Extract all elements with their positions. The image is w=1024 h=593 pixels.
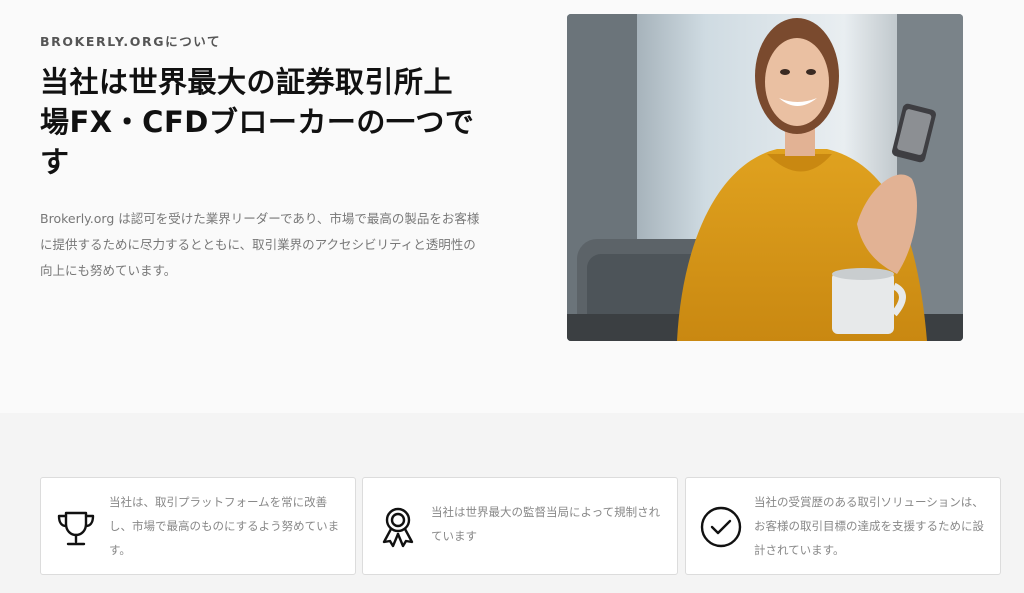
- feature-card-regulation: 当社は世界最大の監督当局によって規制されています: [362, 477, 678, 575]
- feature-text: 当社の受賞歴のある取引ソリューションは、お客様の取引目標の達成を支援するために設…: [754, 495, 984, 557]
- features-band: 当社は、取引プラットフォームを常に改善し、市場で最高のものにするよう努めています…: [0, 413, 1024, 593]
- award-ribbon-icon: [375, 504, 421, 550]
- feature-card-solutions: 当社の受賞歴のある取引ソリューションは、お客様の取引目標の達成を支援するために設…: [685, 477, 1001, 575]
- page-headline: 当社は世界最大の証券取引所上場FX・CFDブローカーの一つです: [40, 65, 475, 179]
- trophy-icon: [53, 504, 99, 550]
- hero-photo: [567, 14, 963, 341]
- about-section: BROKERLY.ORGについて 当社は世界最大の証券取引所上場FX・CFDブロ…: [0, 0, 1024, 413]
- check-circle-icon: [698, 504, 744, 550]
- section-eyebrow: BROKERLY.ORGについて: [40, 34, 222, 49]
- feature-text: 当社は世界最大の監督当局によって規制されています: [431, 505, 661, 543]
- feature-text: 当社は、取引プラットフォームを常に改善し、市場で最高のものにするよう努めています…: [109, 495, 340, 557]
- intro-paragraph: Brokerly.org は認可を受けた業界リーダーであり、市場で最高の製品をお…: [40, 211, 480, 278]
- feature-card-platform: 当社は、取引プラットフォームを常に改善し、市場で最高のものにするよう努めています…: [40, 477, 356, 575]
